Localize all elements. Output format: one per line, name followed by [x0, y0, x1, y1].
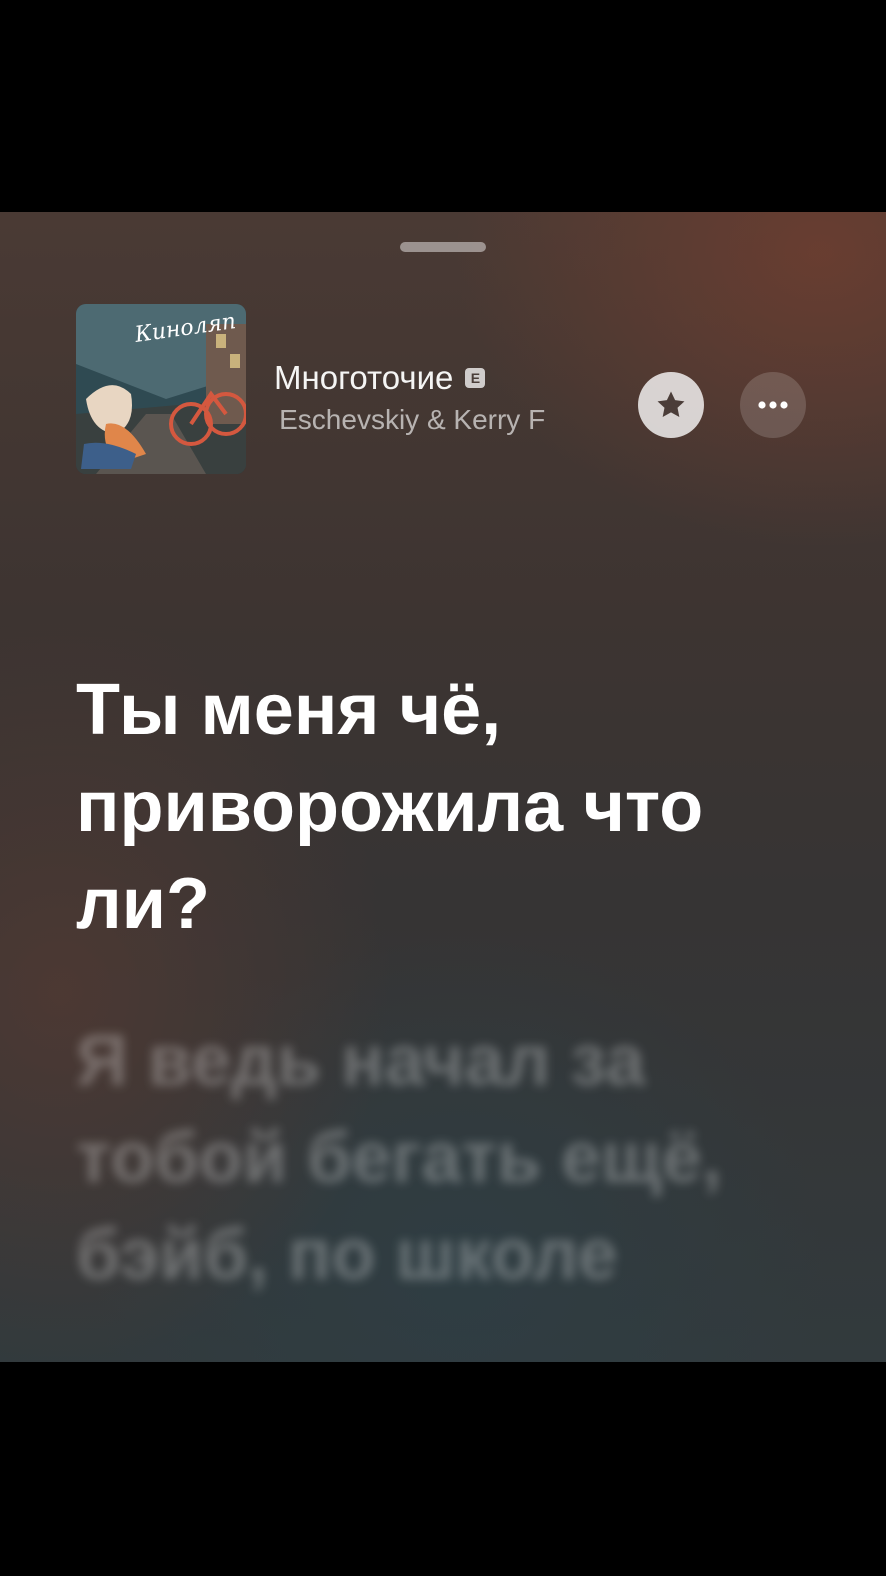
- track-title: Многоточие: [274, 359, 454, 396]
- more-options-button[interactable]: [740, 372, 806, 438]
- album-artwork-illustration: Киноляп: [76, 304, 246, 474]
- lyric-line-active[interactable]: Ты меня чё, приворожила что ли?: [76, 662, 806, 953]
- favorite-button[interactable]: [638, 372, 704, 438]
- album-artwork[interactable]: Киноляп: [76, 304, 246, 474]
- lyric-line-next[interactable]: Я ведь начал за тобой бегать ещё, бэйб, …: [76, 1013, 806, 1304]
- track-artists: p, Eschevskiy & Kerry F: [274, 404, 546, 435]
- now-playing-header: Киноляп Многоточие E p, Eschevskiy & Ker…: [76, 304, 816, 474]
- screen: Киноляп Многоточие E p, Eschevskiy & Ker…: [0, 0, 886, 1576]
- ellipsis-icon: [758, 401, 788, 409]
- lyrics-view[interactable]: Ты меня чё, приворожила что ли? Я ведь н…: [76, 662, 806, 1304]
- sheet-grabber[interactable]: [400, 242, 486, 252]
- lyrics-sheet: Киноляп Многоточие E p, Eschevskiy & Ker…: [0, 212, 886, 1362]
- star-icon: [657, 391, 685, 418]
- track-title-row: Многоточие E: [274, 356, 624, 400]
- track-info[interactable]: Многоточие E p, Eschevskiy & Kerry F: [274, 356, 624, 446]
- explicit-badge: E: [465, 368, 486, 388]
